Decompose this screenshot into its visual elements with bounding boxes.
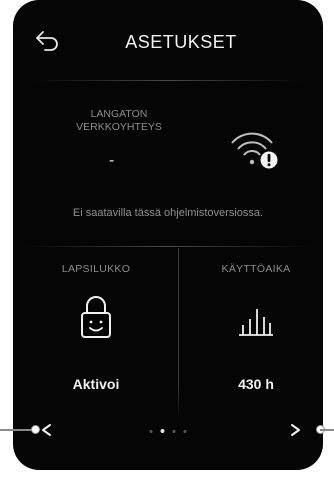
header-divider (33, 80, 303, 81)
wifi-label: LANGATON VERKKOYHTEYS (76, 108, 162, 133)
child-lock-value: Aktivoi (72, 376, 120, 392)
page-indicator (149, 429, 187, 433)
usage-time-value: 430 h (238, 376, 274, 392)
page-dot (172, 429, 176, 433)
page-dot (149, 429, 153, 433)
callout-marker-left (31, 425, 40, 434)
section-divider (23, 246, 313, 247)
child-lock-tile[interactable]: LAPSILUKKO Aktivoi (21, 248, 171, 418)
tile-divider (178, 248, 179, 418)
usage-time-label: KÄYTTÖAIKA (221, 263, 291, 275)
pager (13, 420, 323, 456)
page-dot-active (160, 429, 165, 433)
wifi-section[interactable]: LANGATON VERKKOYHTEYS - Ei saatavilla tä… (13, 82, 323, 242)
wifi-unavailable-note: Ei saatavilla tässä ohjelmistoversiossa. (72, 207, 264, 219)
header: ASETUKSET (13, 0, 323, 82)
callout-line-right (320, 429, 334, 431)
child-lock-label: LAPSILUKKO (61, 263, 131, 275)
next-page-button[interactable] (279, 420, 309, 450)
lock-icon (81, 296, 111, 338)
page-dot (183, 429, 187, 433)
device-screen: ASETUKSET LANGATON VERKKOYHTEYS - Ei saa… (13, 0, 323, 470)
chevron-right-icon (291, 424, 300, 436)
wifi-warning-icon (231, 132, 278, 169)
bar-chart-icon (239, 309, 273, 336)
page-title: ASETUKSET (125, 32, 237, 52)
wifi-value: - (109, 152, 115, 169)
usage-time-tile[interactable]: KÄYTTÖAIKA 430 h (181, 248, 323, 418)
